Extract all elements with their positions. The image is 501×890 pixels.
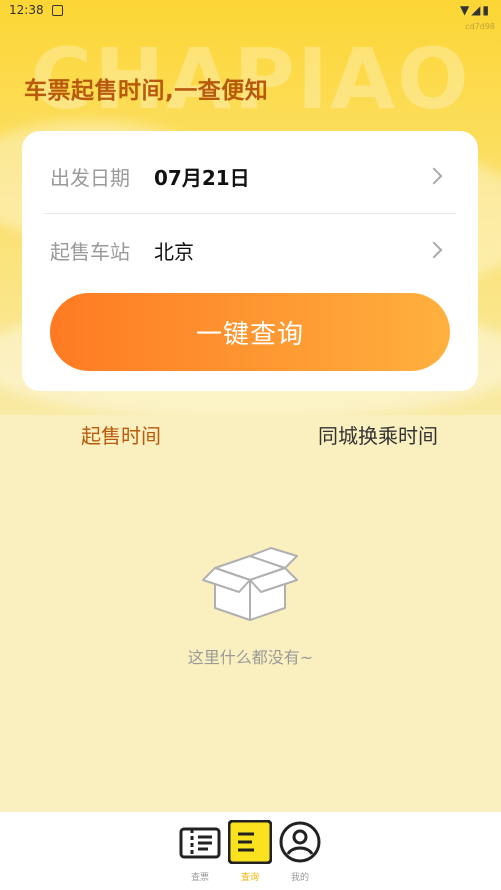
tab-transfer-time[interactable]: 同城换乘时间 (318, 420, 438, 449)
station-row[interactable]: 起售车站 北京 (44, 215, 456, 285)
status-bar: 12:38 ▼◢▮ cd7d98 (0, 0, 501, 31)
query-icon (227, 819, 273, 865)
chevron-right-icon (425, 167, 443, 185)
station-label: 起售车站 (50, 239, 130, 264)
status-time: 12:38 (9, 3, 44, 17)
station-value[interactable]: 北京 (154, 236, 428, 265)
page-headline: 车票起售时间,一查便知 (24, 78, 269, 104)
signal-battery-icon: ▼◢▮ (459, 3, 491, 17)
nav-item-tickets[interactable]: 查票 (178, 820, 222, 883)
empty-state-text: 这里什么都没有~ (187, 648, 314, 667)
notification-icon (52, 5, 63, 16)
ticket-icon (179, 827, 221, 859)
user-icon (279, 821, 321, 863)
date-value[interactable]: 07月21日 (154, 162, 428, 191)
tab-sale-time[interactable]: 起售时间 (81, 420, 161, 449)
query-button[interactable]: 一键查询 (50, 293, 450, 371)
nav-label-query: 查询 (240, 873, 259, 883)
nav-item-query[interactable]: 查询 (227, 819, 273, 883)
chevron-right-icon (425, 241, 443, 259)
date-row[interactable]: 出发日期 07月21日 (44, 141, 456, 211)
bottom-nav: 查票 查询 我的 (0, 812, 501, 890)
nav-label-profile: 我的 (290, 873, 309, 883)
nav-item-profile[interactable]: 我的 (278, 820, 322, 883)
nav-label-tickets: 查票 (190, 873, 209, 883)
query-card: 出发日期 07月21日 起售车站 北京 一键查询 (22, 131, 478, 391)
date-label: 出发日期 (50, 165, 130, 190)
status-code: cd7d98 (465, 22, 495, 31)
divider (44, 213, 456, 214)
empty-box-icon (202, 547, 298, 621)
